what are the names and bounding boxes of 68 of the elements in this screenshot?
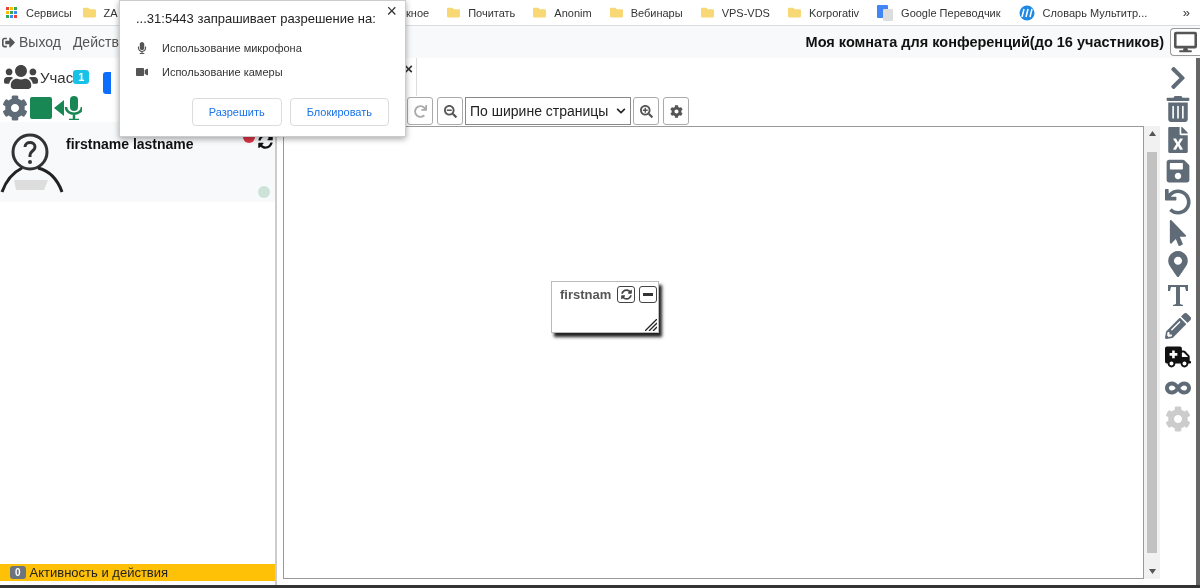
bookmark-label[interactable]: Сервисы: [26, 6, 72, 19]
participants-tab[interactable]: Учас: [40, 68, 74, 86]
zoom-in-icon: [639, 104, 653, 118]
redo-icon: [413, 104, 427, 118]
translate-icon: [877, 4, 894, 21]
folder-icon: [82, 6, 96, 19]
bookmark-label[interactable]: Anonim: [554, 6, 592, 19]
chevron-down-icon: [616, 106, 626, 116]
screen-share-button[interactable]: [1170, 28, 1200, 56]
actions-menu[interactable]: Действ: [72, 34, 119, 50]
zoom-select[interactable]: По ширине страницы: [465, 97, 631, 125]
refresh-button[interactable]: [617, 286, 635, 303]
allow-button[interactable]: Разрешить: [191, 98, 282, 126]
file-x-icon[interactable]: [1165, 127, 1191, 153]
user-name: firstname lastname: [66, 136, 194, 152]
scrollbar[interactable]: [1144, 126, 1160, 579]
video-window[interactable]: firstnam: [551, 281, 659, 333]
bookmark-label[interactable]: VPS-VDS: [721, 6, 770, 19]
minimize-button[interactable]: [639, 286, 657, 303]
count-badge: 0: [10, 566, 26, 579]
bookmark-label[interactable]: ZA: [103, 6, 118, 19]
bookmark-label[interactable]: Почитать: [468, 6, 516, 19]
trash-icon[interactable]: [1165, 96, 1191, 122]
bookmark-label[interactable]: кное: [406, 6, 430, 19]
zoom-out-button[interactable]: [437, 97, 463, 125]
map-pin-icon[interactable]: [1165, 251, 1191, 277]
save-icon[interactable]: [1165, 158, 1191, 184]
minimize-icon: [643, 293, 653, 296]
bookmark-label[interactable]: Korporativ: [808, 6, 860, 19]
globe-icon: [1018, 4, 1035, 21]
scroll-down-icon[interactable]: [1148, 569, 1156, 574]
count-badge: 1: [73, 70, 90, 84]
block-button[interactable]: Блокировать: [289, 98, 389, 126]
folder-icon: [609, 6, 623, 19]
folder-icon: [700, 6, 714, 19]
zoom-in-button[interactable]: [633, 97, 659, 125]
permission-label: Использование микрофона: [162, 42, 302, 54]
resize-handle-icon[interactable]: [645, 319, 657, 331]
close-button[interactable]: ×: [386, 1, 397, 22]
bookmark-label[interactable]: Словарь Мультитр...: [1042, 6, 1148, 19]
permission-label: Использование камеры: [162, 66, 283, 78]
video-user-name: firstnam: [560, 287, 612, 302]
zoom-out-icon: [443, 104, 457, 118]
folder-icon: [787, 6, 801, 19]
status-dot: [258, 186, 270, 198]
folder-icon: [447, 6, 461, 19]
scroll-up-icon[interactable]: [1148, 131, 1156, 136]
more-bookmarks[interactable]: »: [1182, 5, 1190, 20]
ambulance-icon[interactable]: [1165, 344, 1191, 370]
settings-button[interactable]: [663, 97, 689, 125]
microphone-icon: [136, 42, 148, 54]
apps-grid-icon: [6, 6, 18, 19]
folder-icon: [533, 6, 547, 19]
exit-icon: [2, 35, 15, 49]
pencil-icon[interactable]: [1165, 313, 1191, 339]
settings-icon[interactable]: [2, 95, 28, 121]
bookmark-label[interactable]: Вебинары: [630, 6, 683, 19]
tab[interactable]: [103, 72, 112, 94]
whiteboard-canvas[interactable]: firstnam: [283, 126, 1144, 579]
refresh-icon: [620, 289, 632, 300]
bookmark-label[interactable]: Google Переводчик: [901, 6, 1001, 19]
activity-panel-title[interactable]: Активность и действия: [29, 565, 169, 580]
popup-title: ...31:5443 запрашивает разрешение на:: [136, 11, 376, 26]
undo-icon[interactable]: [1165, 189, 1191, 215]
exit-menu[interactable]: Выход: [19, 34, 61, 50]
room-title: Моя комната для конференций(до 16 участников): [805, 34, 1164, 50]
text-tool-icon[interactable]: [1167, 283, 1189, 307]
settings-icon: [669, 104, 683, 118]
